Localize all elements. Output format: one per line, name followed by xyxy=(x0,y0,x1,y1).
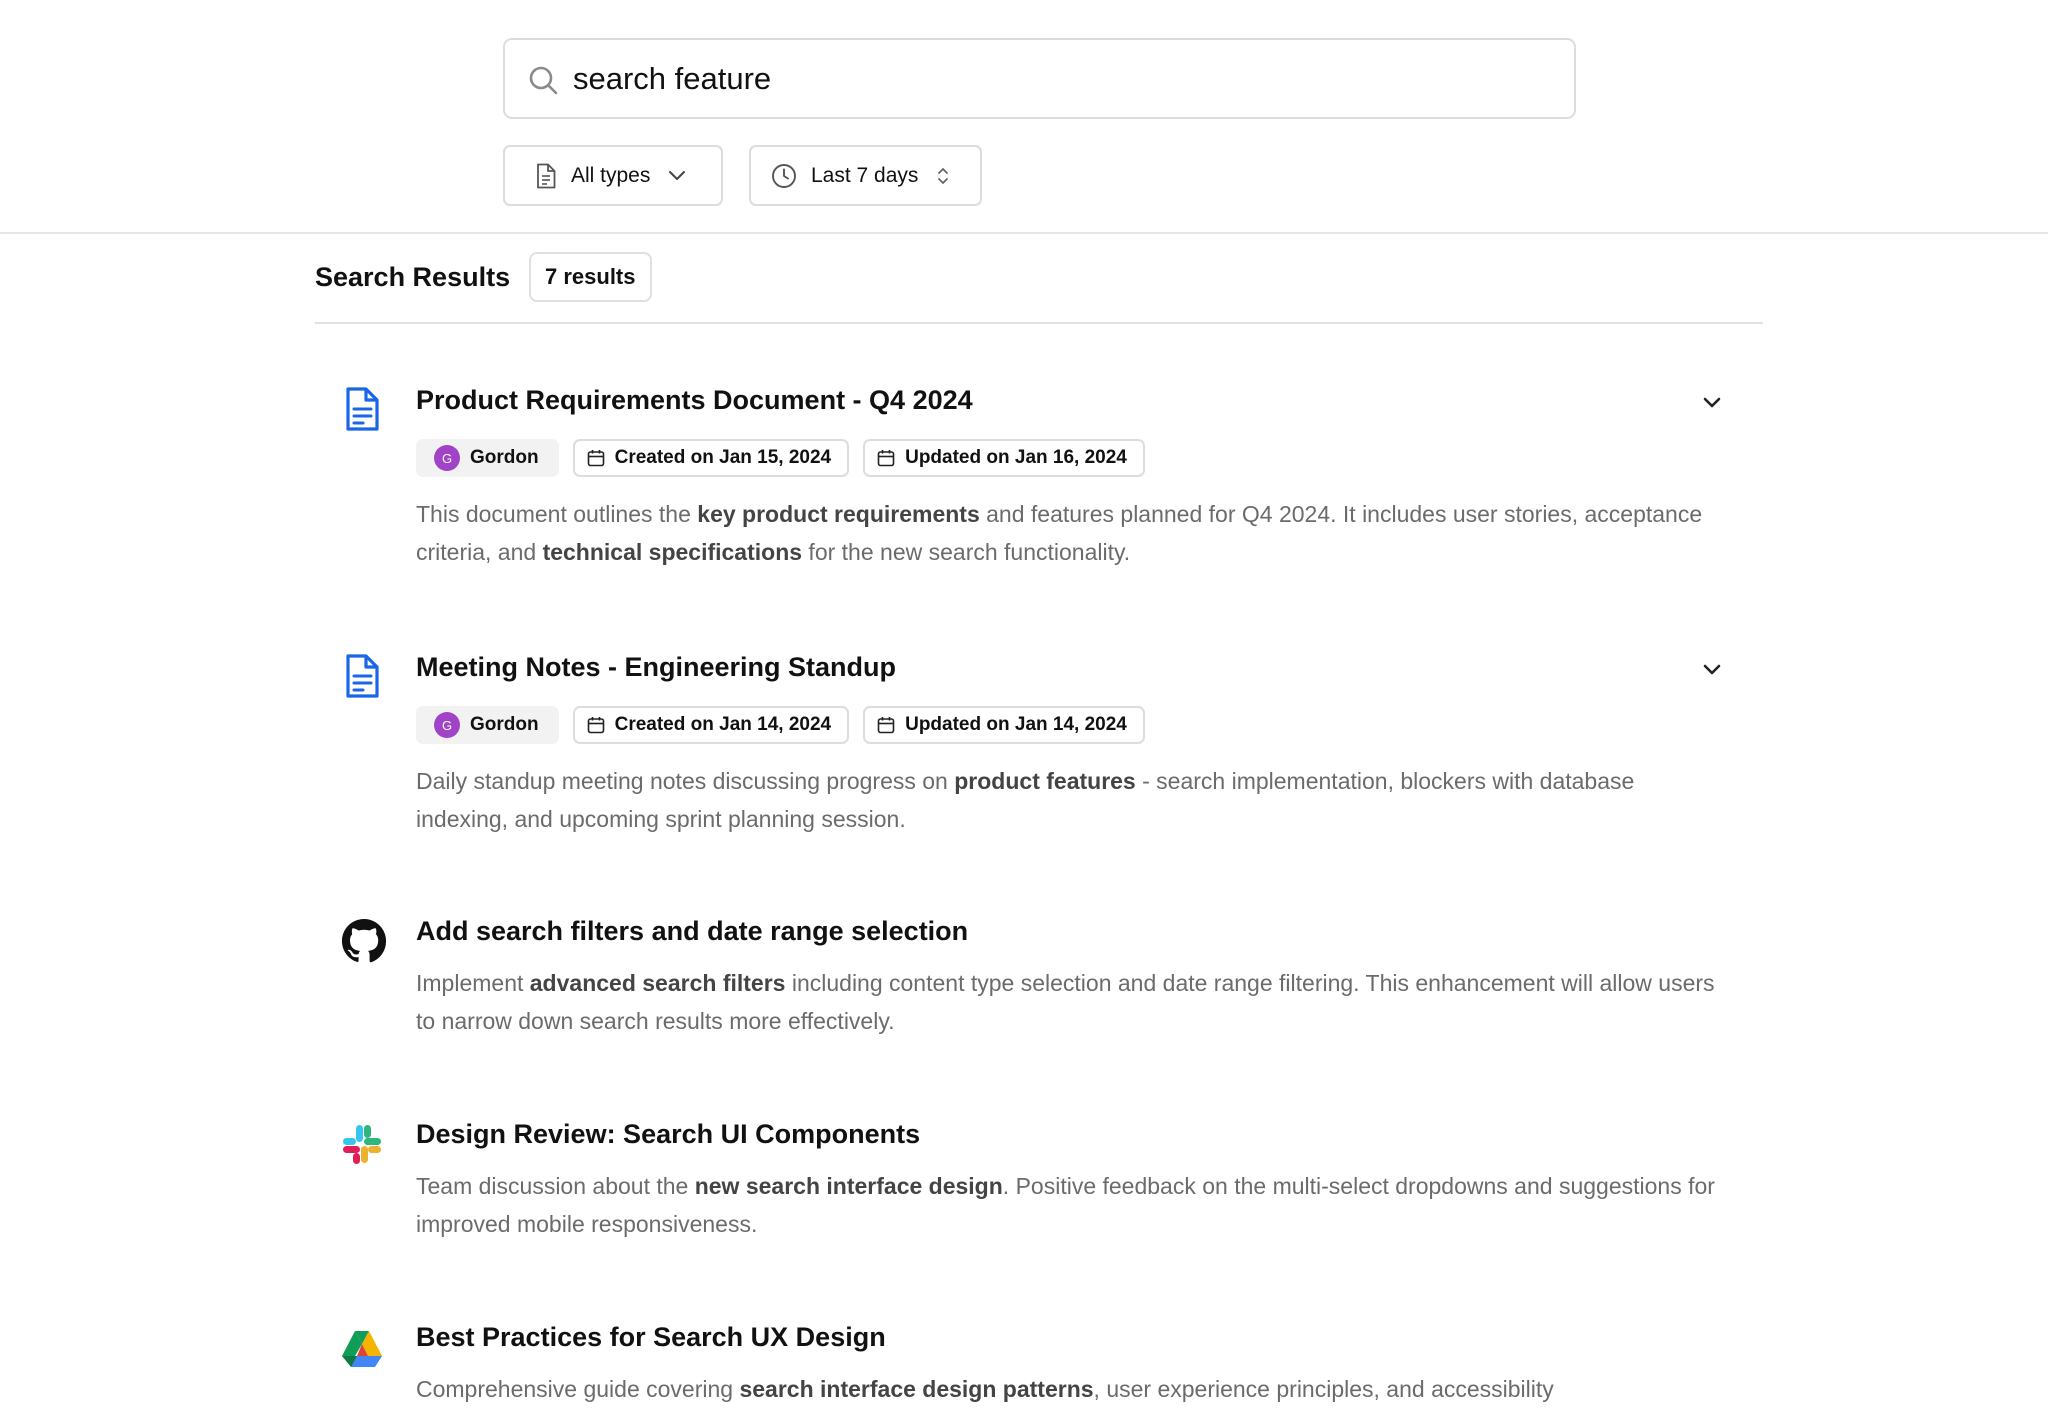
result-title[interactable]: Best Practices for Search UX Design xyxy=(416,1322,886,1353)
chevron-up-down-icon xyxy=(938,167,949,184)
github-icon xyxy=(341,918,387,963)
document-icon xyxy=(346,387,379,431)
file-icon xyxy=(537,163,556,188)
results-header: Search Results 7 results xyxy=(315,252,1763,324)
expand-chevron-icon[interactable] xyxy=(1698,656,1726,684)
type-filter-dropdown[interactable]: All types xyxy=(503,145,723,206)
results-count-badge: 7 results xyxy=(529,252,652,302)
result-meta: G Gordon Created on Jan 15, 2024 Updated… xyxy=(416,439,1145,477)
slack-icon xyxy=(343,1125,381,1164)
result-description: Team discussion about the new search int… xyxy=(416,1173,1715,1237)
created-date-chip: Created on Jan 14, 2024 xyxy=(572,706,850,744)
search-icon xyxy=(529,66,558,95)
search-header: All types Last 7 days xyxy=(0,0,2048,234)
chevron-down-icon xyxy=(669,170,686,180)
result-item[interactable]: Add search filters and date range select… xyxy=(315,916,1763,1046)
result-item[interactable]: Meeting Notes - Engineering Standup G Go… xyxy=(315,652,1763,842)
author-name: Gordon xyxy=(470,447,539,468)
result-item[interactable]: Product Requirements Document - Q4 2024 … xyxy=(315,385,1763,575)
clock-icon xyxy=(772,163,796,188)
result-title[interactable]: Add search filters and date range select… xyxy=(416,916,968,947)
avatar: G xyxy=(434,712,460,738)
result-title[interactable]: Design Review: Search UI Components xyxy=(416,1119,920,1150)
updated-date: Updated on Jan 14, 2024 xyxy=(905,714,1127,735)
calendar-icon xyxy=(587,717,604,734)
result-meta: G Gordon Created on Jan 14, 2024 Updated… xyxy=(416,706,1145,744)
search-box[interactable] xyxy=(503,38,1576,119)
result-title[interactable]: Product Requirements Document - Q4 2024 xyxy=(416,385,973,416)
author-chip: G Gordon xyxy=(416,706,559,744)
updated-date-chip: Updated on Jan 14, 2024 xyxy=(863,706,1145,744)
calendar-icon xyxy=(587,450,604,467)
result-description: Comprehensive guide covering search inte… xyxy=(416,1376,1554,1402)
created-date: Created on Jan 14, 2024 xyxy=(614,714,832,735)
result-item[interactable]: Design Review: Search UI Components Team… xyxy=(315,1119,1763,1249)
type-filter-label: All types xyxy=(571,163,651,187)
date-filter-label: Last 7 days xyxy=(811,163,919,187)
results-title: Search Results xyxy=(315,262,511,292)
result-description: Implement advanced search filters includ… xyxy=(416,970,1715,1034)
result-item[interactable]: Best Practices for Search UX Design Comp… xyxy=(315,1322,1763,1413)
result-description: This document outlines the key product r… xyxy=(416,501,1703,565)
result-description: Daily standup meeting notes discussing p… xyxy=(416,768,1635,832)
google-drive-icon xyxy=(342,1331,382,1367)
document-icon xyxy=(346,654,379,698)
calendar-icon xyxy=(877,717,895,734)
updated-date-chip: Updated on Jan 16, 2024 xyxy=(863,439,1145,477)
updated-date: Updated on Jan 16, 2024 xyxy=(905,447,1127,468)
author-chip: G Gordon xyxy=(416,439,559,477)
avatar: G xyxy=(434,445,460,471)
search-input[interactable] xyxy=(573,50,1553,108)
result-title[interactable]: Meeting Notes - Engineering Standup xyxy=(416,652,896,683)
author-name: Gordon xyxy=(470,714,539,735)
calendar-icon xyxy=(877,450,895,467)
date-range-filter-dropdown[interactable]: Last 7 days xyxy=(749,145,982,206)
created-date: Created on Jan 15, 2024 xyxy=(614,447,832,468)
expand-chevron-icon[interactable] xyxy=(1698,389,1726,417)
created-date-chip: Created on Jan 15, 2024 xyxy=(572,439,850,477)
